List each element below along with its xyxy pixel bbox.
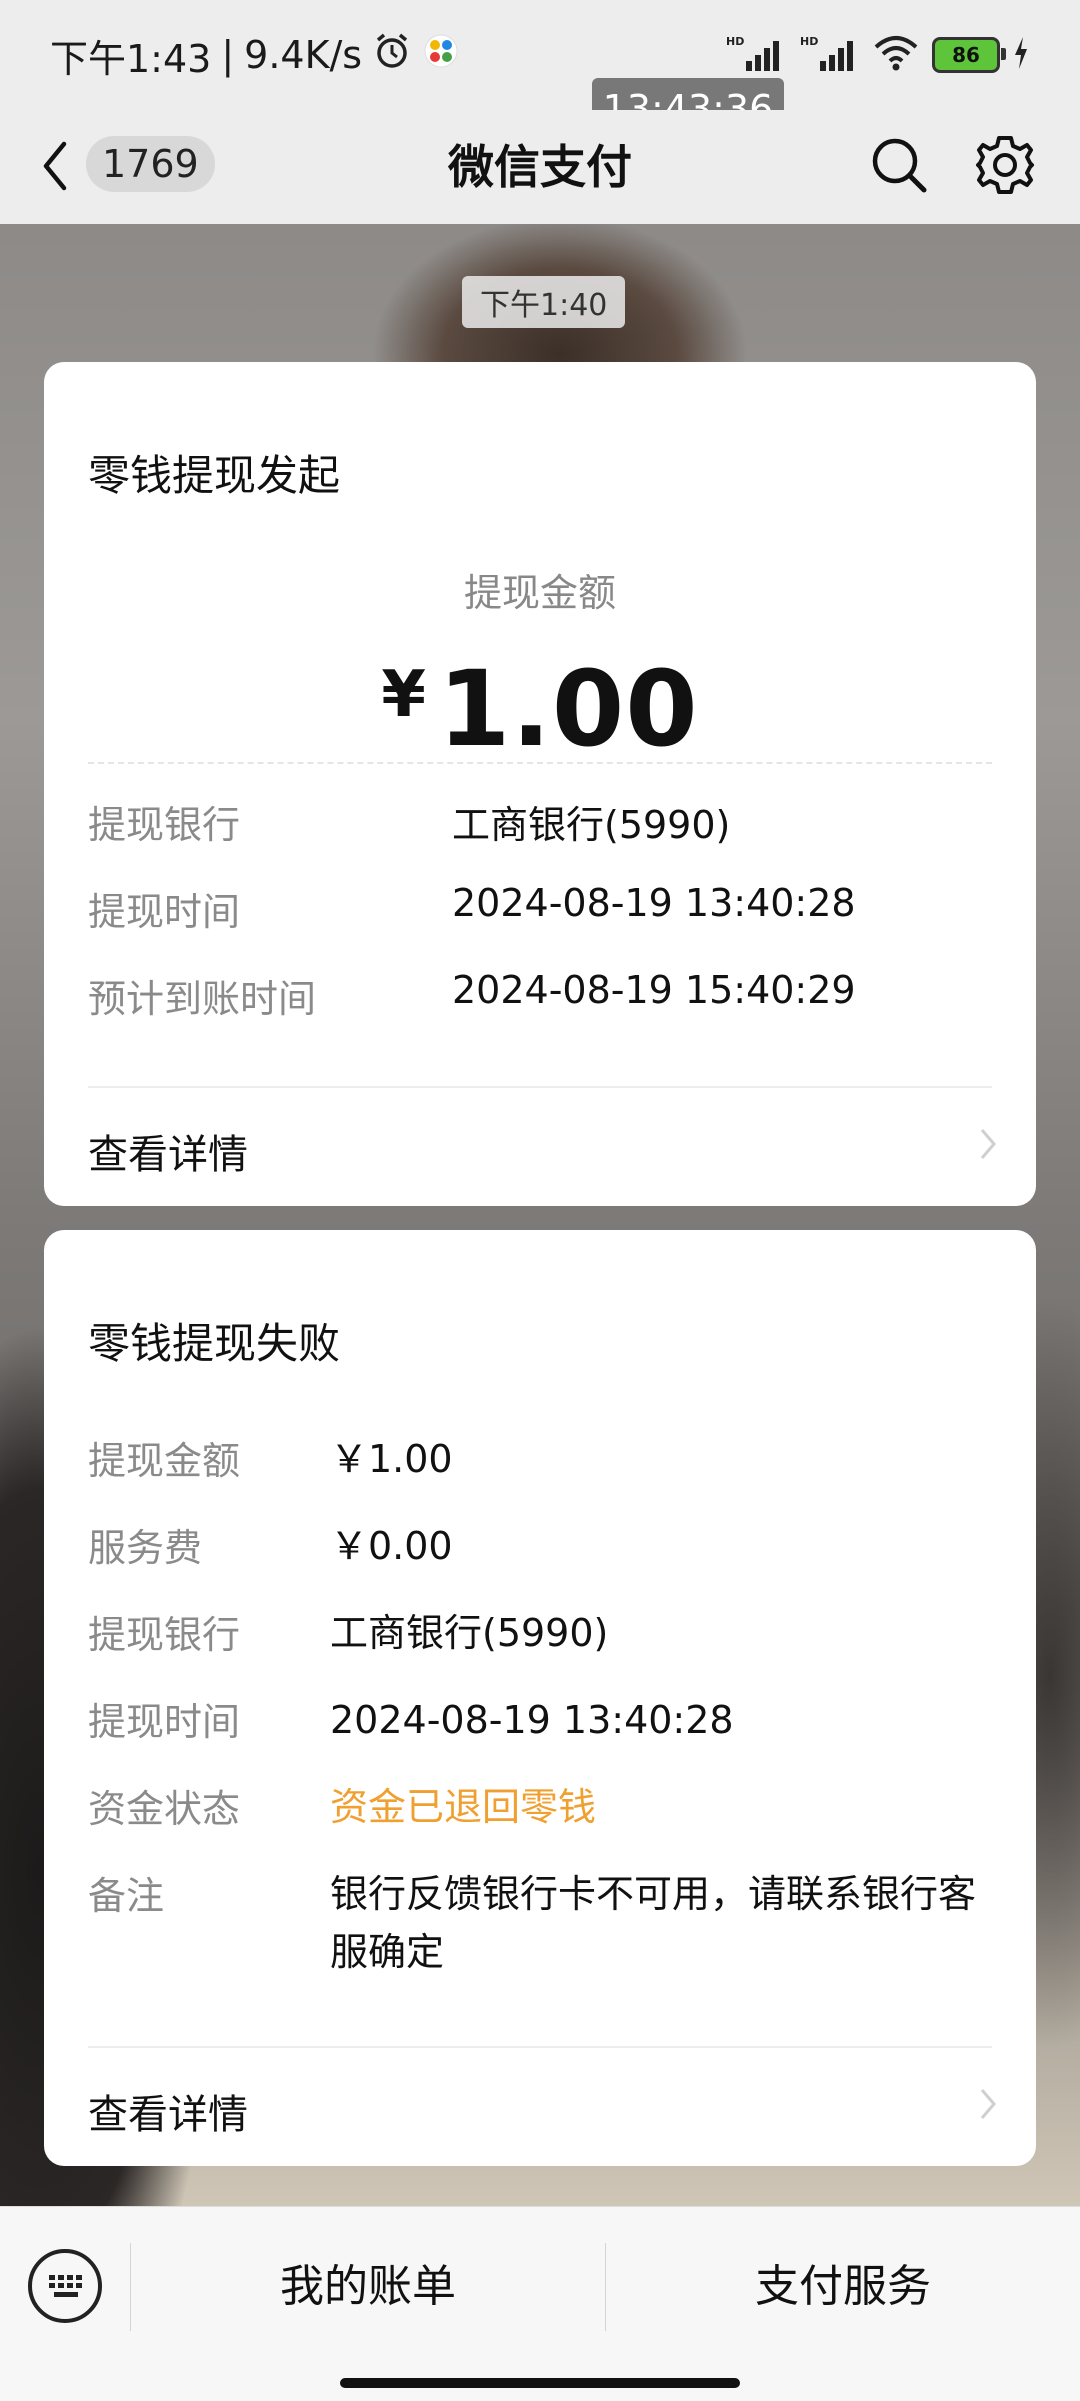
info-row: 备注 银行反馈银行卡不可用，请联系银行客服确定 (88, 1865, 992, 1995)
row-value: ￥1.00 (330, 1437, 453, 1481)
view-details-label: 查看详情 (88, 2092, 248, 2138)
chevron-right-icon (980, 2089, 996, 2119)
row-label: 提现银行 (88, 803, 241, 847)
wifi-icon (872, 33, 920, 77)
chevron-left-icon (43, 141, 67, 191)
home-indicator[interactable] (340, 2378, 740, 2388)
amount-value: ¥1.00 (44, 648, 1036, 770)
row-label: 预计到账时间 (88, 977, 317, 1021)
row-label: 服务费 (88, 1526, 203, 1570)
info-row: 预计到账时间 2024-08-19 15:40:29 (88, 968, 992, 1028)
amount-label: 提现金额 (463, 571, 616, 615)
search-button[interactable] (866, 132, 932, 198)
row-value: 工商银行(5990) (452, 803, 731, 847)
row-value: 2024-08-19 13:40:28 (452, 881, 856, 925)
signal-icon: HD (724, 33, 786, 77)
battery-indicator: 86 (932, 37, 1006, 73)
info-row: 提现时间 2024-08-19 13:40:28 (88, 1691, 992, 1751)
status-separator: | (221, 33, 235, 77)
back-button[interactable] (38, 134, 78, 198)
nav-header: 1769 微信支付 (0, 110, 1080, 224)
status-bar: 下午1:43 | 9.4K/s HD HD 86 (0, 0, 1080, 110)
row-value: ￥0.00 (330, 1524, 453, 1568)
amount-number: 1.00 (437, 648, 699, 770)
view-details-label: 查看详情 (88, 1132, 248, 1178)
view-details-link[interactable]: 查看详情 (44, 2048, 1036, 2168)
row-label: 提现时间 (88, 890, 241, 934)
keyboard-icon (49, 2275, 82, 2297)
info-row: 提现银行 工商银行(5990) (88, 794, 992, 854)
row-label: 提现时间 (88, 1700, 241, 1744)
row-label: 资金状态 (88, 1787, 241, 1831)
row-label: 备注 (88, 1874, 165, 1918)
search-icon (872, 138, 927, 193)
status-left: 下午1:43 | 9.4K/s (50, 28, 460, 83)
currency-symbol: ¥ (381, 658, 426, 732)
row-value: 工商银行(5990) (330, 1611, 609, 1655)
net-speed: 9.4K/s (244, 33, 363, 77)
alarm-icon (372, 31, 412, 80)
info-row: 提现时间 2024-08-19 13:40:28 (88, 881, 992, 941)
gear-icon (976, 136, 1034, 194)
row-label: 提现金额 (88, 1439, 241, 1483)
row-label: 提现银行 (88, 1613, 241, 1657)
unread-badge[interactable]: 1769 (86, 136, 215, 192)
info-row: 提现金额 ￥1.00 (88, 1430, 992, 1490)
status-right: HD HD 86 (724, 33, 1030, 77)
info-row: 服务费 ￥0.00 (88, 1517, 992, 1577)
card-title: 零钱提现失败 (88, 1319, 341, 1368)
app-icon (422, 32, 460, 79)
info-row: 资金状态 资金已退回零钱 (88, 1778, 992, 1838)
remark-value: 银行反馈银行卡不可用，请联系银行客服确定 (330, 1872, 977, 1974)
withdrawal-initiated-card[interactable]: 零钱提现发起 提现金额 ¥1.00 提现银行 工商银行(5990) 提现时间 2… (44, 362, 1036, 1206)
charging-icon (1012, 35, 1030, 75)
card-title: 零钱提现发起 (88, 451, 341, 500)
row-value: 2024-08-19 13:40:28 (330, 1698, 734, 1742)
settings-button[interactable] (972, 132, 1038, 198)
dashed-divider (88, 762, 992, 764)
menu-my-bills[interactable]: 我的账单 (131, 2247, 605, 2327)
bottom-menu-bar: 我的账单 支付服务 (0, 2206, 1080, 2401)
message-timestamp: 下午1:40 (462, 276, 626, 328)
chevron-right-icon (980, 1129, 996, 1159)
keyboard-toggle-button[interactable] (28, 2249, 102, 2323)
withdrawal-failed-card[interactable]: 零钱提现失败 提现金额 ￥1.00 服务费 ￥0.00 提现银行 工商银行(59… (44, 1230, 1036, 2166)
row-value: 2024-08-19 15:40:29 (452, 968, 856, 1012)
status-time: 下午1:43 (50, 36, 212, 81)
menu-payment-services[interactable]: 支付服务 (606, 2247, 1080, 2327)
signal-icon-2: HD (798, 33, 860, 77)
svg-text:HD: HD (800, 35, 818, 48)
fund-status-value: 资金已退回零钱 (330, 1785, 597, 1829)
info-row: 提现银行 工商银行(5990) (88, 1604, 992, 1664)
view-details-link[interactable]: 查看详情 (44, 1088, 1036, 1208)
svg-text:HD: HD (726, 35, 744, 48)
